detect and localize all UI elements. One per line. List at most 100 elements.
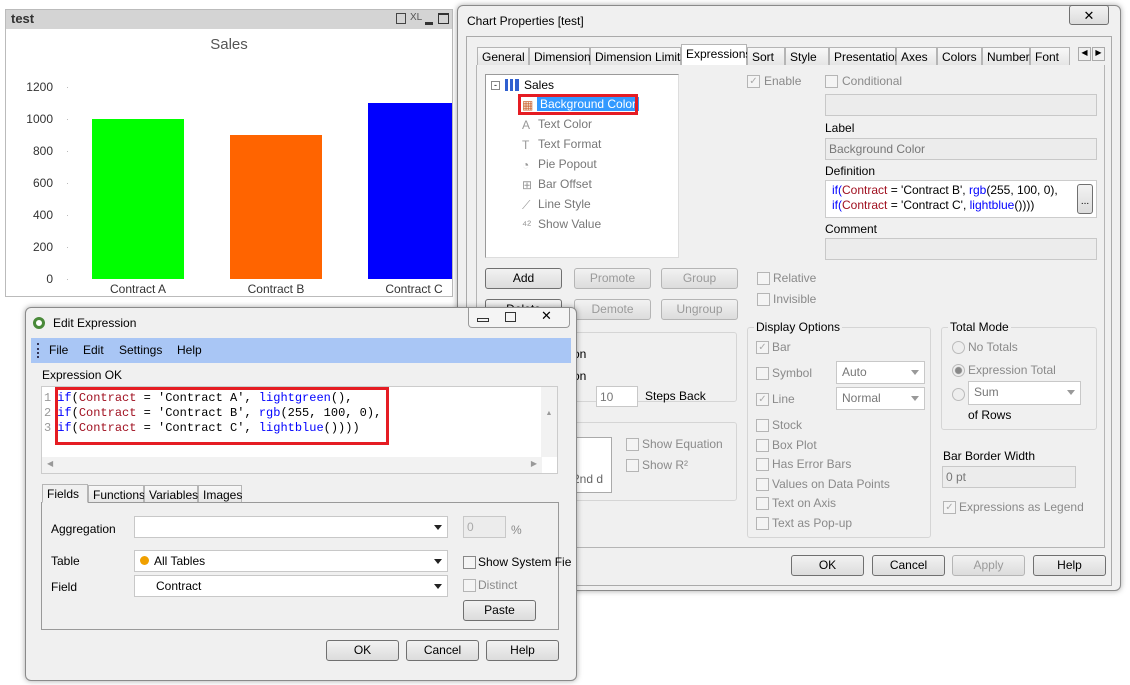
definition-token: lightblue (969, 198, 1015, 212)
field-dropdown[interactable]: Contract (134, 575, 448, 597)
show-equation-checkbox[interactable] (626, 438, 639, 451)
menu-settings[interactable]: Settings (119, 343, 162, 357)
table-dropdown[interactable]: All Tables (134, 550, 448, 572)
ok-button[interactable]: OK (791, 555, 864, 576)
tab-sort[interactable]: Sort (747, 47, 785, 66)
tree-item[interactable]: Text Format (538, 137, 601, 151)
definition-edit-button[interactable]: ... (1077, 184, 1093, 214)
steps-back-spinner[interactable]: 10 (596, 386, 638, 407)
show-r2-checkbox[interactable] (626, 459, 639, 472)
tree-item[interactable]: Text Color (538, 117, 592, 131)
tab-scroll-right[interactable]: ▶ (1092, 47, 1105, 61)
demote-button[interactable]: Demote (574, 299, 651, 320)
edit-help-button[interactable]: Help (486, 640, 559, 661)
print-icon[interactable] (396, 13, 406, 24)
bar-contract-b[interactable] (230, 135, 322, 279)
menu-edit[interactable]: Edit (83, 343, 104, 357)
sum-value: Sum (974, 385, 999, 399)
comment-input[interactable] (825, 238, 1097, 260)
help-button[interactable]: Help (1033, 555, 1106, 576)
expression-highlight-box (55, 387, 389, 445)
expression-tree[interactable]: - Sales ▦ Background Color A Text Color T Tex… (485, 74, 679, 258)
group-button[interactable]: Group (661, 268, 738, 289)
expression-total-radio[interactable] (952, 364, 965, 377)
tab-axes[interactable]: Axes (896, 47, 937, 66)
stock-checkbox[interactable] (756, 419, 769, 432)
sum-radio[interactable] (952, 388, 965, 401)
tree-item[interactable]: Bar Offset (538, 177, 592, 191)
relative-checkbox[interactable] (757, 272, 770, 285)
definition-input[interactable]: if(Contract = 'Contract B', rgb(255, 100… (825, 180, 1097, 218)
tree-item[interactable]: Pie Popout (538, 157, 597, 171)
tab-style[interactable]: Style (785, 47, 829, 66)
xl-icon[interactable]: XL (410, 12, 422, 23)
bar-contract-a[interactable] (92, 119, 184, 279)
menu-file[interactable]: File (49, 343, 68, 357)
tab-general[interactable]: General (477, 47, 529, 66)
chart-titlebar[interactable]: test XL (6, 10, 452, 29)
menu-help[interactable]: Help (177, 343, 202, 357)
close-button[interactable]: ✕ (1069, 5, 1109, 25)
tab-scroll-left[interactable]: ◀ (1078, 47, 1091, 61)
tab-font[interactable]: Font (1030, 47, 1070, 66)
symbol-dropdown[interactable]: Auto (836, 361, 925, 384)
ungroup-button[interactable]: Ungroup (661, 299, 738, 320)
chart-title: Sales (210, 36, 248, 53)
tree-item[interactable]: Line Style (538, 197, 591, 211)
bar-checkbox[interactable]: ✓ (756, 341, 769, 354)
enable-checkbox[interactable]: ✓ (747, 75, 760, 88)
horizontal-scrollbar[interactable]: ◀ ▶ (42, 457, 542, 473)
label-input[interactable]: Background Color (825, 138, 1097, 160)
tab-colors[interactable]: Colors (937, 47, 982, 66)
minimize-button[interactable] (477, 318, 489, 322)
y-tick-mark (67, 247, 68, 248)
y-tick-label: 0 (46, 272, 53, 286)
conditional-checkbox[interactable] (825, 75, 838, 88)
percent-input[interactable]: 0 (463, 516, 506, 538)
tab-fields[interactable]: Fields (42, 484, 88, 503)
tab-number[interactable]: Number (982, 47, 1030, 66)
text-on-axis-checkbox[interactable] (756, 497, 769, 510)
apply-button[interactable]: Apply (952, 555, 1025, 576)
expressions-as-legend-checkbox[interactable]: ✓ (943, 501, 956, 514)
error-bars-checkbox[interactable] (756, 458, 769, 471)
box-plot-checkbox[interactable] (756, 439, 769, 452)
collapse-icon[interactable]: - (491, 81, 500, 90)
conditional-input[interactable] (825, 94, 1097, 116)
line-checkbox[interactable]: ✓ (756, 393, 769, 406)
tab-presentation[interactable]: Presentation (829, 47, 901, 66)
cancel-button[interactable]: Cancel (872, 555, 945, 576)
promote-button[interactable]: Promote (574, 268, 651, 289)
bar-border-width-input[interactable]: 0 pt (942, 466, 1076, 488)
sum-dropdown[interactable]: Sum (968, 381, 1081, 405)
text-popup-checkbox[interactable] (756, 517, 769, 530)
invisible-checkbox[interactable] (757, 293, 770, 306)
box-plot-label: Box Plot (772, 438, 817, 452)
edit-cancel-button[interactable]: Cancel (406, 640, 479, 661)
no-totals-radio[interactable] (952, 341, 965, 354)
add-button[interactable]: Add (485, 268, 562, 289)
expression-editor[interactable]: 1 if(Contract = 'Contract A', lightgreen(… (41, 386, 558, 474)
tab-dimensions[interactable]: Dimensions (529, 47, 597, 66)
aggregation-dropdown[interactable] (134, 516, 448, 538)
show-system-fields-checkbox[interactable] (463, 556, 476, 569)
tab-dimension-limits[interactable]: Dimension Limits (590, 47, 686, 66)
vertical-scrollbar[interactable]: ▲ (541, 387, 557, 457)
edit-ok-button[interactable]: OK (326, 640, 399, 661)
edit-expression-dialog: Edit Expression ✕ File Edit Settings Help E… (25, 307, 577, 681)
table-label: Table (51, 554, 80, 568)
symbol-checkbox[interactable] (756, 367, 769, 380)
values-on-points-checkbox[interactable] (756, 478, 769, 491)
maximize-icon[interactable] (438, 13, 449, 24)
bar-contract-c[interactable] (368, 103, 452, 279)
tree-item[interactable]: Show Value (538, 217, 601, 231)
restore-button[interactable] (505, 312, 516, 322)
paste-button[interactable]: Paste (463, 600, 536, 621)
line-style-dropdown[interactable]: Normal (836, 387, 925, 410)
close-button[interactable]: ✕ (541, 308, 552, 324)
definition-token: = 'Contract C', (887, 198, 970, 212)
tree-root-sales[interactable]: Sales (524, 78, 554, 92)
tab-expressions[interactable]: Expressions (681, 44, 751, 66)
minimize-icon[interactable] (425, 22, 433, 25)
distinct-checkbox[interactable] (463, 579, 476, 592)
